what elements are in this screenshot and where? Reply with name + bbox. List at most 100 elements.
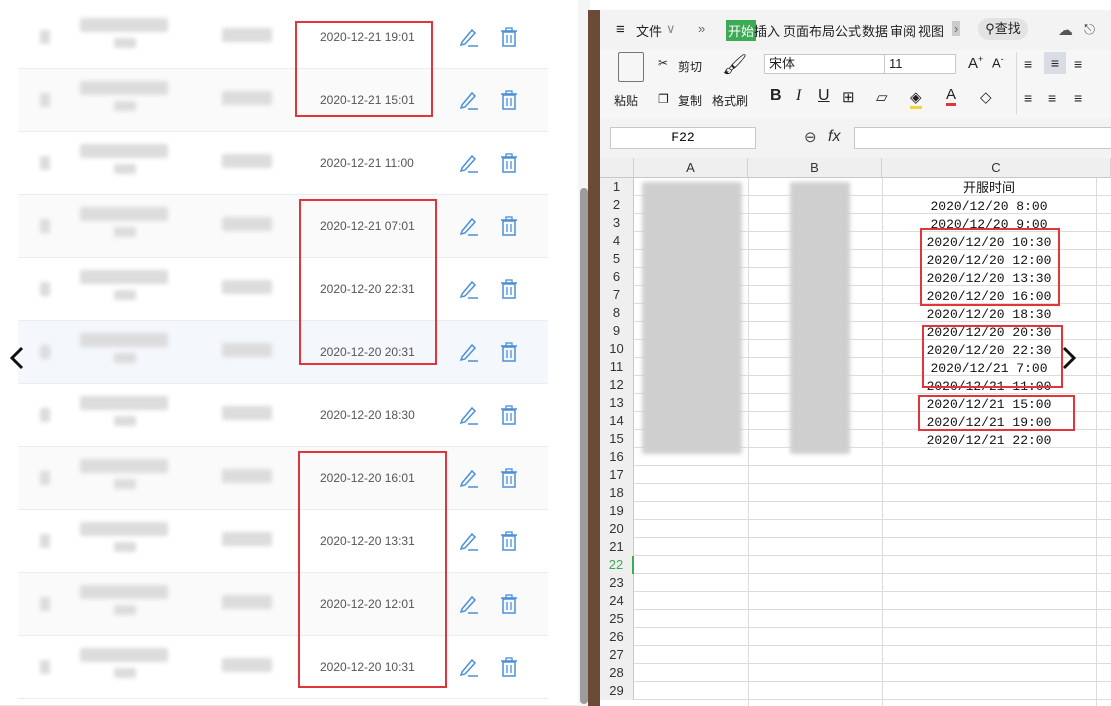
trash-icon[interactable] bbox=[498, 26, 520, 48]
expand-icon[interactable]: » bbox=[698, 21, 705, 36]
pencil-edit-icon[interactable] bbox=[458, 26, 480, 48]
column-header-c[interactable]: C bbox=[882, 158, 1111, 178]
increase-font-icon[interactable]: A+ bbox=[968, 54, 983, 72]
row-header[interactable]: 6 bbox=[600, 268, 634, 286]
align-bottom-icon[interactable]: ≡ bbox=[1074, 56, 1082, 72]
font-name-select[interactable]: 宋体 bbox=[764, 54, 886, 74]
eraser-icon[interactable]: ◇ bbox=[980, 88, 992, 106]
row-header[interactable]: 2 bbox=[600, 196, 634, 214]
row-header[interactable]: 12 bbox=[600, 376, 634, 394]
row-header[interactable]: 15 bbox=[600, 430, 634, 448]
tab-formula[interactable]: 公式 bbox=[835, 21, 861, 40]
trash-icon[interactable] bbox=[498, 467, 520, 489]
font-color-icon[interactable]: A bbox=[946, 86, 957, 106]
brush-icon[interactable]: 🖌 bbox=[722, 52, 747, 77]
pencil-edit-icon[interactable] bbox=[458, 530, 480, 552]
row-header[interactable]: 4 bbox=[600, 232, 634, 250]
align-left-icon[interactable]: ≡ bbox=[1024, 90, 1032, 106]
border-icon[interactable]: ⊞ bbox=[842, 88, 855, 106]
align-center-icon[interactable]: ≡ bbox=[1048, 90, 1056, 106]
trash-icon[interactable] bbox=[498, 404, 520, 426]
tab-data[interactable]: 数据 bbox=[862, 21, 888, 40]
align-right-icon[interactable]: ≡ bbox=[1074, 90, 1082, 106]
italic-button[interactable]: I bbox=[796, 87, 801, 105]
tab-review[interactable]: 审阅 bbox=[890, 21, 916, 40]
row-header[interactable]: 1 bbox=[600, 178, 634, 196]
chevron-left-icon[interactable] bbox=[6, 340, 28, 376]
font-size-select[interactable]: 11 bbox=[884, 54, 956, 74]
row-header[interactable]: 8 bbox=[600, 304, 634, 322]
pencil-edit-icon[interactable] bbox=[458, 656, 480, 678]
bold-button[interactable]: B bbox=[770, 87, 782, 105]
row-header[interactable]: 10 bbox=[600, 340, 634, 358]
row-header[interactable]: 13 bbox=[600, 394, 634, 412]
fill-color-icon[interactable]: ◈ bbox=[910, 88, 922, 109]
cut-button[interactable]: 剪切 bbox=[678, 58, 702, 75]
row-header[interactable]: 11 bbox=[600, 358, 634, 376]
formula-input[interactable] bbox=[854, 127, 1111, 149]
pencil-edit-icon[interactable] bbox=[458, 404, 480, 426]
row-header[interactable]: 25 bbox=[600, 610, 634, 628]
row-header[interactable]: 7 bbox=[600, 286, 634, 304]
clipboard-icon[interactable] bbox=[618, 52, 644, 82]
search-button[interactable]: ⚲查找 bbox=[978, 18, 1028, 40]
row-header[interactable]: 19 bbox=[600, 502, 634, 520]
row-header[interactable]: 24 bbox=[600, 592, 634, 610]
row-header[interactable]: 17 bbox=[600, 466, 634, 484]
copy-icon[interactable]: ❐ bbox=[658, 92, 669, 106]
hamburger-menu-icon[interactable]: ≡ bbox=[616, 21, 625, 38]
format-painter-button[interactable]: 格式刷 bbox=[712, 92, 748, 109]
row-header[interactable]: 23 bbox=[600, 574, 634, 592]
cell[interactable]: 2020/12/21 22:00 bbox=[882, 432, 1096, 450]
column-header-b[interactable]: B bbox=[748, 158, 882, 178]
tab-page-layout[interactable]: 页面布局 bbox=[783, 21, 835, 40]
tab-home[interactable]: 开始 bbox=[726, 20, 757, 41]
pencil-edit-icon[interactable] bbox=[458, 278, 480, 300]
row-header[interactable]: 28 bbox=[600, 664, 634, 682]
cell-style-icon[interactable]: ▱ bbox=[876, 88, 888, 106]
scissors-icon[interactable]: ✂ bbox=[658, 56, 668, 70]
trash-icon[interactable] bbox=[498, 656, 520, 678]
cell[interactable]: 2020/12/20 18:30 bbox=[882, 306, 1096, 324]
underline-button[interactable]: U bbox=[818, 87, 830, 105]
row-header[interactable]: 27 bbox=[600, 646, 634, 664]
align-top-icon[interactable]: ≡ bbox=[1024, 56, 1032, 72]
row-header[interactable]: 14 bbox=[600, 412, 634, 430]
column-header-a[interactable]: A bbox=[634, 158, 748, 178]
fx-button[interactable]: fx bbox=[828, 128, 840, 146]
scrollbar-thumb[interactable] bbox=[580, 188, 588, 704]
zoom-icon[interactable]: ⊖ bbox=[804, 128, 817, 146]
trash-icon[interactable] bbox=[498, 341, 520, 363]
pencil-edit-icon[interactable] bbox=[458, 89, 480, 111]
pencil-edit-icon[interactable] bbox=[458, 152, 480, 174]
pencil-edit-icon[interactable] bbox=[458, 341, 480, 363]
tab-view[interactable]: 视图 bbox=[918, 21, 944, 40]
select-all-corner[interactable] bbox=[600, 158, 634, 178]
share-icon[interactable]: ⎋ bbox=[1084, 21, 1095, 38]
row-header[interactable]: 29 bbox=[600, 682, 634, 700]
row-header[interactable]: 3 bbox=[600, 214, 634, 232]
row-header[interactable]: 16 bbox=[600, 448, 634, 466]
paste-button[interactable]: 粘贴 bbox=[614, 92, 638, 109]
menu-file[interactable]: 文件 bbox=[636, 21, 662, 40]
pencil-edit-icon[interactable] bbox=[458, 467, 480, 489]
pencil-edit-icon[interactable] bbox=[458, 215, 480, 237]
row-header[interactable]: 18 bbox=[600, 484, 634, 502]
cell-header[interactable]: 开服时间 bbox=[882, 180, 1096, 198]
trash-icon[interactable] bbox=[498, 530, 520, 552]
align-middle-icon[interactable]: ≡ bbox=[1044, 52, 1066, 74]
trash-icon[interactable] bbox=[498, 215, 520, 237]
cell[interactable]: 2020/12/20 8:00 bbox=[882, 198, 1096, 216]
row-header[interactable]: 9 bbox=[600, 322, 634, 340]
row-header[interactable]: 21 bbox=[600, 538, 634, 556]
trash-icon[interactable] bbox=[498, 89, 520, 111]
trash-icon[interactable] bbox=[498, 152, 520, 174]
row-header[interactable]: 5 bbox=[600, 250, 634, 268]
chevron-down-icon[interactable]: ∨ bbox=[666, 21, 676, 37]
row-header[interactable]: 22 bbox=[600, 556, 634, 574]
trash-icon[interactable] bbox=[498, 593, 520, 615]
tab-insert[interactable]: 插入 bbox=[754, 21, 780, 40]
chevron-right-icon[interactable] bbox=[1058, 340, 1080, 376]
more-tabs-icon[interactable]: › bbox=[952, 21, 961, 36]
pencil-edit-icon[interactable] bbox=[458, 593, 480, 615]
